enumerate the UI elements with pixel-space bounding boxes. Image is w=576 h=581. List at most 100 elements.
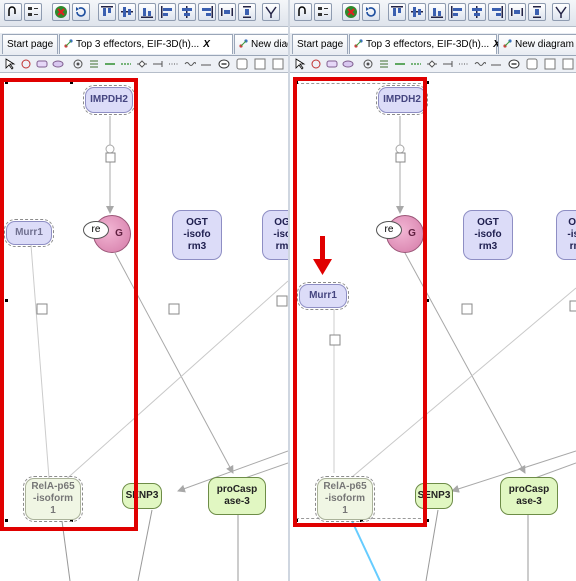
lasso-icon[interactable] — [310, 58, 322, 70]
tab-start-page[interactable]: Start page — [2, 34, 58, 54]
edge-right[interactable] — [244, 462, 288, 479]
align-middle-icon[interactable] — [408, 3, 426, 21]
edge-right[interactable] — [534, 462, 576, 479]
tab-label: Start page — [297, 39, 344, 50]
split-icon[interactable] — [262, 3, 280, 21]
node-ogt-isoform3[interactable]: OGT -isofo rm3 — [172, 210, 222, 260]
dashed-edge-icon[interactable] — [410, 58, 422, 70]
undo-icon[interactable] — [294, 3, 312, 21]
align-bottom-icon[interactable] — [138, 3, 156, 21]
process-node[interactable] — [276, 295, 288, 307]
process-node[interactable] — [569, 300, 576, 312]
align-center-icon[interactable] — [178, 3, 196, 21]
highlight-box — [293, 77, 427, 527]
node-ogt-isoform3[interactable]: OGT -isofo rm3 — [463, 210, 513, 260]
dotted-edge-icon[interactable] — [168, 58, 180, 70]
align-middle-icon[interactable] — [118, 3, 136, 21]
edge-tool-icon[interactable] — [104, 58, 116, 70]
diamond-edge-icon[interactable] — [426, 58, 438, 70]
properties-icon[interactable] — [314, 3, 332, 21]
delete-icon[interactable] — [342, 3, 360, 21]
left-panel: Start page Top 3 effectors, EIF-3D(h)...… — [0, 0, 288, 581]
tab-top-3-effectors[interactable]: Top 3 effectors, EIF-3D(h)... X — [349, 34, 500, 54]
node-tool-icon[interactable] — [362, 58, 374, 70]
dashed-edge-icon[interactable] — [120, 58, 132, 70]
flat-edge-icon[interactable] — [200, 58, 212, 70]
edge-selected[interactable] — [351, 520, 381, 581]
diagram-icon — [239, 39, 248, 48]
align-top-icon[interactable] — [98, 3, 116, 21]
tab-start-page[interactable]: Start page — [292, 34, 348, 54]
text-tool-icon[interactable] — [218, 58, 230, 70]
distribute-horizontal-icon[interactable] — [218, 3, 236, 21]
distribute-vertical-icon[interactable] — [528, 3, 546, 21]
list-tool-icon[interactable] — [378, 58, 390, 70]
properties-icon[interactable] — [24, 3, 42, 21]
diagram-canvas[interactable]: IMPDH2 Murr1 G re OGT -isofo rm3 OG -isc… — [290, 73, 576, 581]
process-node[interactable] — [461, 303, 473, 315]
inhibit-edge-icon[interactable] — [152, 58, 164, 70]
diamond-edge-icon[interactable] — [136, 58, 148, 70]
align-left-icon[interactable] — [158, 3, 176, 21]
box-icon[interactable] — [562, 58, 574, 70]
inhibit-edge-icon[interactable] — [442, 58, 454, 70]
tab-new-diagram[interactable]: New diagram — [234, 34, 288, 54]
close-icon[interactable]: X — [203, 39, 210, 50]
align-left-icon[interactable] — [448, 3, 466, 21]
process-node[interactable] — [168, 303, 180, 315]
split-icon[interactable] — [552, 3, 570, 21]
wave-edge-icon[interactable] — [474, 58, 486, 70]
node-tool-icon[interactable] — [72, 58, 84, 70]
tab-new-diagram[interactable]: New diagram — [498, 34, 576, 54]
node-label: OG -isc rm — [273, 217, 288, 252]
rectangle-tool-icon[interactable] — [326, 58, 338, 70]
pointer-icon[interactable] — [4, 58, 16, 70]
tab-label: New diagram — [515, 39, 574, 50]
pointer-icon[interactable] — [294, 58, 306, 70]
box-icon[interactable] — [272, 58, 284, 70]
ellipse-tool-icon[interactable] — [342, 58, 354, 70]
edge-down[interactable] — [137, 509, 153, 581]
rectangle-tool-icon[interactable] — [36, 58, 48, 70]
compartment-icon[interactable] — [526, 58, 538, 70]
align-bottom-icon[interactable] — [428, 3, 446, 21]
lasso-icon[interactable] — [20, 58, 32, 70]
complex-icon[interactable] — [254, 58, 266, 70]
ellipse-tool-icon[interactable] — [52, 58, 64, 70]
flat-edge-icon[interactable] — [490, 58, 502, 70]
list-tool-icon[interactable] — [88, 58, 100, 70]
align-right-icon[interactable] — [198, 3, 216, 21]
edge-tool-icon[interactable] — [394, 58, 406, 70]
node-label: OGT -isofo rm3 — [474, 217, 502, 252]
highlight-box — [0, 78, 138, 531]
compartment-icon[interactable] — [236, 58, 248, 70]
node-label: proCasp ase-3 — [508, 484, 550, 507]
align-top-icon[interactable] — [388, 3, 406, 21]
drawing-toolbar — [290, 56, 576, 73]
node-procaspase-3[interactable]: proCasp ase-3 — [208, 477, 266, 515]
toolbar — [290, 0, 576, 27]
undo-icon[interactable] — [4, 3, 22, 21]
wave-edge-icon[interactable] — [184, 58, 196, 70]
node-ogt-clipped[interactable]: OG -isc rm — [556, 210, 576, 260]
align-center-icon[interactable] — [468, 3, 486, 21]
toolbar — [0, 0, 288, 27]
align-right-icon[interactable] — [488, 3, 506, 21]
diagram-icon — [503, 39, 512, 48]
right-panel: Start page Top 3 effectors, EIF-3D(h)...… — [288, 0, 576, 581]
node-procaspase-3[interactable]: proCasp ase-3 — [500, 477, 558, 515]
diagram-canvas[interactable]: IMPDH2 Murr1 G re OGT -isofo rm3 OG -isc… — [0, 73, 288, 581]
refresh-icon[interactable] — [72, 3, 90, 21]
node-ogt-clipped[interactable]: OG -isc rm — [262, 210, 288, 260]
delete-icon[interactable] — [52, 3, 70, 21]
refresh-icon[interactable] — [362, 3, 380, 21]
tab-top-3-effectors[interactable]: Top 3 effectors, EIF-3D(h)... X — [59, 34, 233, 54]
distribute-horizontal-icon[interactable] — [508, 3, 526, 21]
distribute-vertical-icon[interactable] — [238, 3, 256, 21]
text-tool-icon[interactable] — [508, 58, 520, 70]
complex-icon[interactable] — [544, 58, 556, 70]
node-label: proCasp ase-3 — [216, 484, 258, 507]
node-label: OGT -isofo rm3 — [183, 217, 211, 252]
diagram-icon — [354, 39, 363, 48]
dotted-edge-icon[interactable] — [458, 58, 470, 70]
